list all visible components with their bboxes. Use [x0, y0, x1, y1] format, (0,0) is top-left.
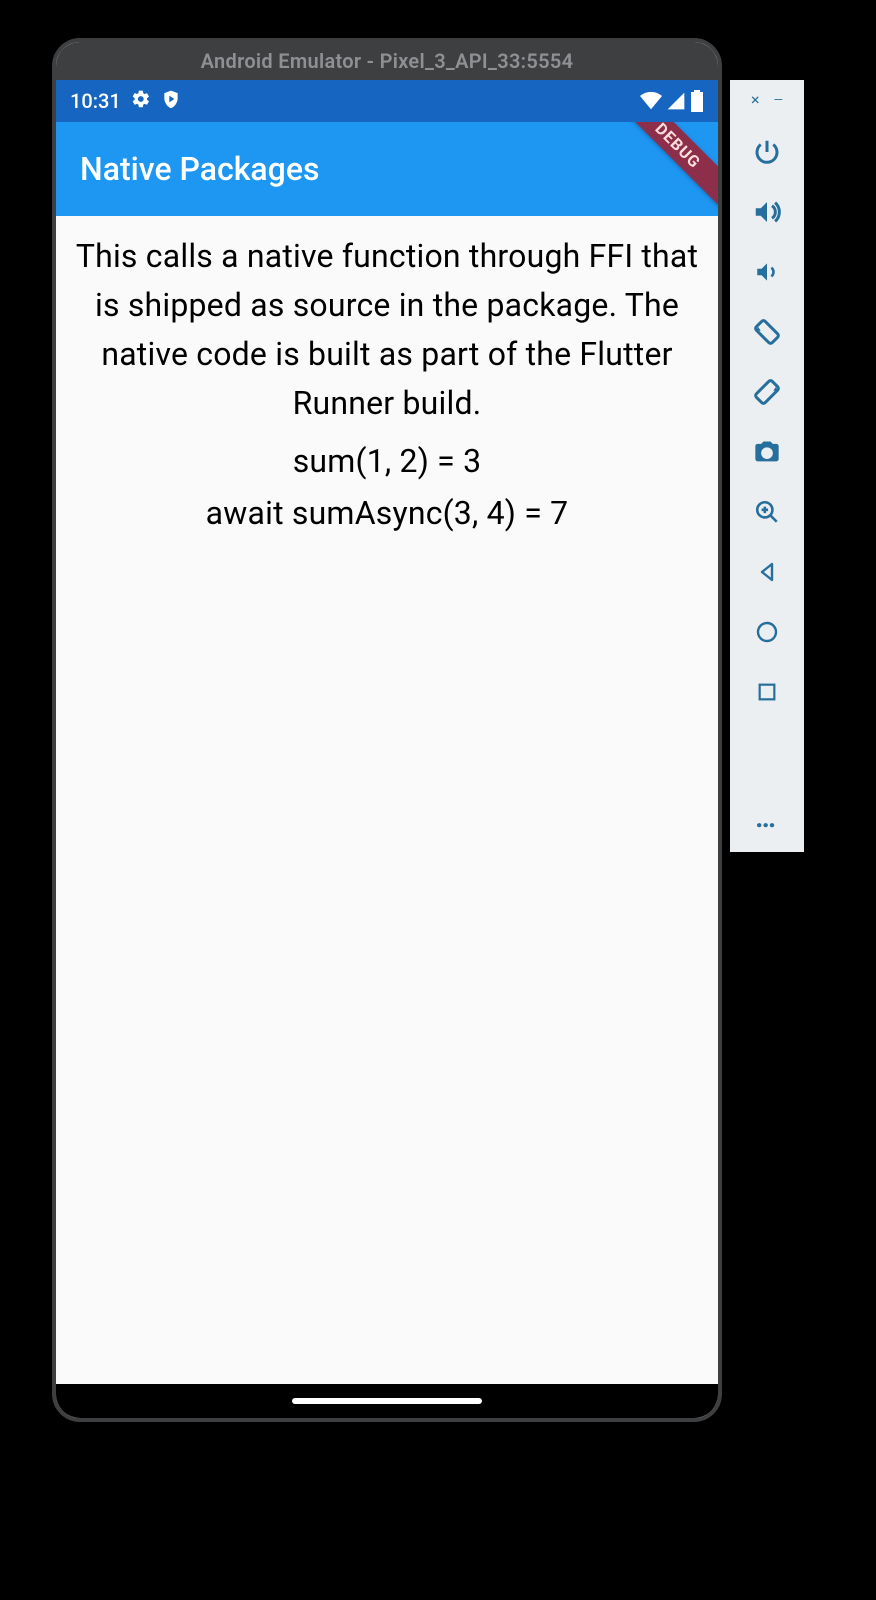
rotate-right-icon[interactable]: [744, 362, 790, 422]
status-bar-left: 10:31: [70, 89, 181, 114]
rotate-left-icon[interactable]: [744, 302, 790, 362]
debug-banner: DEBUG: [598, 122, 718, 216]
cell-signal-icon: [666, 91, 686, 111]
result-line-2: await sumAsync(3, 4) = 7: [68, 494, 706, 532]
power-icon[interactable]: [744, 122, 790, 182]
status-bar-right: [640, 90, 704, 112]
app-content: This calls a native function through FFI…: [56, 216, 718, 1384]
emulator-minimize-button[interactable]: —: [774, 94, 783, 106]
android-status-bar: 10:31: [56, 80, 718, 122]
overview-icon[interactable]: [744, 662, 790, 722]
emulator-toolbar: × — …: [730, 80, 804, 852]
window-title: Android Emulator - Pixel_3_API_33:5554: [201, 49, 574, 73]
result-line-1: sum(1, 2) = 3: [68, 442, 706, 480]
app-bar-title: Native Packages: [80, 150, 319, 188]
battery-icon: [690, 90, 704, 112]
description-text: This calls a native function through FFI…: [68, 232, 706, 428]
volume-up-icon[interactable]: [744, 182, 790, 242]
emulator-more-button[interactable]: …: [755, 801, 779, 834]
camera-icon[interactable]: [744, 422, 790, 482]
shield-play-icon: [161, 89, 181, 114]
emulator-window-controls: × —: [751, 92, 783, 108]
home-icon[interactable]: [744, 602, 790, 662]
volume-down-icon[interactable]: [744, 242, 790, 302]
status-time: 10:31: [70, 89, 121, 113]
wifi-icon: [640, 90, 662, 112]
nav-home-handle[interactable]: [292, 1398, 482, 1404]
zoom-in-icon[interactable]: [744, 482, 790, 542]
settings-gear-icon: [131, 89, 151, 114]
android-nav-bar: [56, 1384, 718, 1418]
back-icon[interactable]: [744, 542, 790, 602]
window-titlebar: Android Emulator - Pixel_3_API_33:5554: [56, 42, 718, 80]
app-bar: Native Packages DEBUG: [56, 122, 718, 216]
emulator-device-frame: Android Emulator - Pixel_3_API_33:5554 1…: [52, 38, 722, 1422]
emulator-close-button[interactable]: ×: [751, 92, 760, 108]
